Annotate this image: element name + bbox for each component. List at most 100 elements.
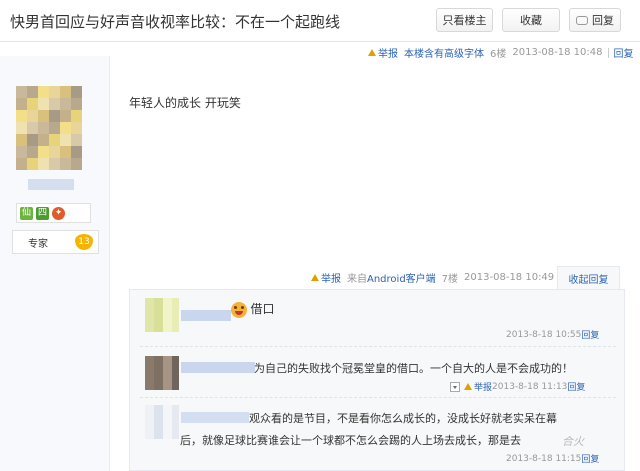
avatar-pixel xyxy=(16,122,27,134)
level-badge: 13 xyxy=(75,234,93,250)
avatar-pixel xyxy=(145,307,154,316)
level-box[interactable]: 专家 13 xyxy=(12,230,99,254)
avatar[interactable] xyxy=(145,405,179,439)
floor-number: 7楼 xyxy=(441,274,459,285)
avatar-pixel xyxy=(154,325,163,332)
avatar-pixel xyxy=(16,146,27,158)
avatar-pixel xyxy=(154,365,163,374)
sub-reply-reply-link[interactable]: 回复 xyxy=(581,452,599,465)
username-blurred[interactable] xyxy=(181,412,249,423)
sub-reply-text: 借口 xyxy=(231,300,275,318)
sub-reply-reply-link[interactable]: 回复 xyxy=(581,328,599,341)
avatar-pixel xyxy=(38,134,49,146)
report-link[interactable]: 举报 xyxy=(378,45,398,60)
avatar-pixel xyxy=(163,356,172,365)
divider xyxy=(140,346,616,347)
avatar[interactable] xyxy=(145,298,179,332)
avatar-pixel xyxy=(16,134,27,146)
reply-button-label: 回复 xyxy=(592,14,614,27)
avatar-pixel xyxy=(154,374,163,383)
avatar-pixel xyxy=(154,383,163,390)
author-sidebar: 仙 四 ✦ 专家 13 xyxy=(0,56,110,471)
floor-number: 6楼 xyxy=(490,49,507,60)
avatar-pixel xyxy=(27,98,38,110)
avatar-pixel xyxy=(16,158,27,170)
reply-button[interactable]: 回复 xyxy=(569,8,621,32)
avatar-pixel xyxy=(38,86,49,98)
sub-reply-reply-link[interactable]: 回复 xyxy=(567,380,585,393)
report-icon xyxy=(368,49,376,56)
avatar-pixel xyxy=(16,110,27,122)
avatar-pixel xyxy=(71,158,82,170)
thread-title: 快男首回应与好声音收视率比较：不在一个起跑线 xyxy=(10,13,341,31)
avatar-pixel xyxy=(172,307,179,316)
avatar-pixel xyxy=(71,122,82,134)
avatar-pixel xyxy=(27,122,38,134)
avatar-pixel xyxy=(49,122,60,134)
avatar-pixel xyxy=(49,86,60,98)
avatar-pixel xyxy=(172,405,179,414)
avatar-pixel xyxy=(154,356,163,365)
avatar-pixel xyxy=(16,86,27,98)
avatar-pixel xyxy=(60,86,71,98)
avatar-pixel xyxy=(38,122,49,134)
advanced-font-link[interactable]: 本楼含有高级字体 xyxy=(404,45,484,60)
avatar-pixel xyxy=(49,146,60,158)
fold-replies-button[interactable]: 收起回复 xyxy=(557,266,620,290)
avatar-pixel xyxy=(163,374,172,383)
favorite-button[interactable]: 收藏 xyxy=(502,8,560,32)
avatar-pixel xyxy=(60,98,71,110)
username-blurred[interactable] xyxy=(181,310,231,321)
avatar-pixel xyxy=(16,98,27,110)
sub-reply-meta: 2013-8-18 10:55 回复 xyxy=(506,328,599,342)
avatar-pixel xyxy=(163,298,172,307)
sub-reply-text-line-1: 观众看的是节目，不是看你怎么成长的，没成长好就老实呆在幕 xyxy=(249,412,557,425)
badge-icon-2[interactable]: 四 xyxy=(36,206,49,220)
report-link[interactable]: 举报 xyxy=(321,270,341,285)
avatar[interactable] xyxy=(16,86,82,170)
avatar-pixel xyxy=(145,298,154,307)
avatar-pixel xyxy=(60,122,71,134)
game-icon[interactable]: ✦ xyxy=(52,206,65,220)
avatar-pixel xyxy=(172,383,179,390)
avatar-pixel xyxy=(145,316,154,325)
sub-reply-meta: 2013-8-18 11:15 回复 xyxy=(506,452,599,466)
avatar[interactable] xyxy=(145,356,179,390)
sub-reply-text: 为自己的失败找个冠冕堂皇的借口。一个自大的人是不会成功的！ xyxy=(254,362,573,375)
avatar-pixel xyxy=(154,423,163,432)
avatar-pixel xyxy=(71,134,82,146)
divider xyxy=(140,397,616,398)
avatar-pixel xyxy=(71,146,82,158)
only-op-button[interactable]: 只看楼主 xyxy=(436,8,493,32)
avatar-pixel xyxy=(163,432,172,439)
avatar-pixel xyxy=(163,405,172,414)
sub-reply-meta: 举报 2013-8-18 11:13 回复 xyxy=(450,380,585,393)
badge-icon-1[interactable]: 仙 xyxy=(20,206,33,220)
report-icon xyxy=(464,383,472,390)
avatar-pixel xyxy=(154,298,163,307)
report-link[interactable]: 举报 xyxy=(474,380,492,393)
post-time: 2013-08-18 10:48 xyxy=(512,47,603,58)
sub-reply-text-line-2: 后，就像足球比赛谁会让一个球都不怎么会踢的人上场去成长，那是去 xyxy=(180,434,521,447)
watermark-logo: 合火 xyxy=(562,435,584,448)
avatar-pixel xyxy=(145,365,154,374)
avatar-pixel xyxy=(49,134,60,146)
post-meta: 举报 来自 Android客户端 7楼 2013-08-18 10:49 xyxy=(311,270,554,285)
client-link[interactable]: Android客户端 xyxy=(367,270,436,285)
username-blurred[interactable] xyxy=(28,179,74,190)
avatar-pixel xyxy=(49,158,60,170)
avatar-pixel xyxy=(71,98,82,110)
avatar-pixel xyxy=(145,374,154,383)
avatar-pixel xyxy=(172,414,179,423)
avatar-pixel xyxy=(71,110,82,122)
avatar-pixel xyxy=(49,98,60,110)
tieba-thread-page: 快男首回应与好声音收视率比较：不在一个起跑线 只看楼主 收藏 回复 举报 本楼含… xyxy=(0,0,640,471)
report-icon xyxy=(311,274,319,281)
reply-link[interactable]: 回复 xyxy=(614,45,634,60)
post-time: 2013-08-18 10:49 xyxy=(464,272,555,283)
avatar-pixel xyxy=(154,432,163,439)
dropdown-icon[interactable] xyxy=(450,381,460,392)
avatar-pixel xyxy=(172,365,179,374)
username-blurred[interactable] xyxy=(181,362,255,373)
post-content: 年轻人的成长 开玩笑 xyxy=(129,96,241,110)
